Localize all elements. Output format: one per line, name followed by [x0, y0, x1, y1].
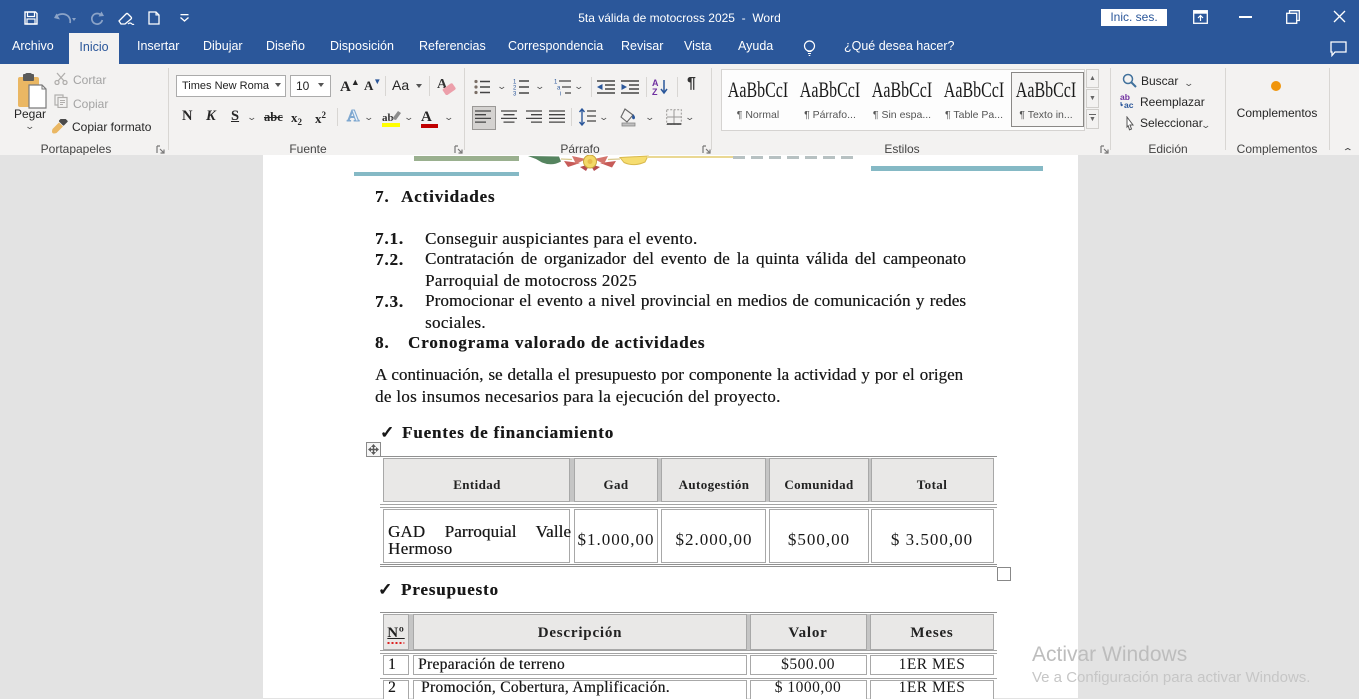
svg-text:Z: Z: [652, 87, 658, 96]
svg-text:ac: ac: [1124, 100, 1134, 109]
svg-text:i: i: [560, 92, 561, 97]
svg-text:3: 3: [513, 92, 517, 97]
